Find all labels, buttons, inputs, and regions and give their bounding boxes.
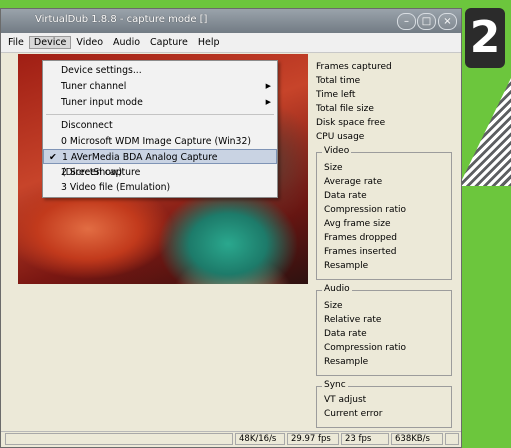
menu-item-label: Device settings... [61,65,142,76]
menu-item-tuner-channel[interactable]: Tuner channel ▶ [43,79,277,94]
stat-cpu-usage: CPU usage [316,132,365,142]
checkmark-icon: ✔ [49,152,57,163]
menu-item-disconnect[interactable]: Disconnect [43,118,277,133]
menu-item-device-settings[interactable]: Device settings... [43,63,277,78]
capture-stats-panel: Frames captured Total time Time left Tot… [313,54,459,436]
menu-item-device-2[interactable]: 2 Screen capture [43,165,277,180]
audio-stat-item: Relative rate [324,315,382,325]
window-title: VirtualDub 1.8.8 - capture mode [] [35,14,208,25]
audio-group-label: Audio [322,284,352,294]
step-number-badge: 2 [465,8,505,68]
menu-item-device-3[interactable]: 3 Video file (Emulation) [43,180,277,195]
stat-total-time: Total time [316,76,361,86]
decorative-stripes [459,78,511,186]
virtualdub-window: VirtualDub 1.8.8 - capture mode [] – □ ×… [0,8,462,448]
video-stat-item: Frames dropped [324,233,397,243]
video-stat-item: Resample [324,261,369,271]
menu-video[interactable]: Video [71,37,108,48]
audio-stat-item: Size [324,301,343,311]
video-stat-item: Avg frame size [324,219,391,229]
video-stat-item: Average rate [324,177,383,187]
video-group-label: Video [322,146,352,156]
menu-file[interactable]: File [3,37,29,48]
stat-time-left: Time left [316,90,356,100]
status-target-fps: 29.97 fps [287,433,339,445]
sync-stat-item: VT adjust [324,395,367,405]
audio-group: Audio Size Relative rate Data rate Compr… [316,284,452,376]
sync-stat-item: Current error [324,409,383,419]
audio-stat-item: Data rate [324,329,367,339]
device-menu-dropdown: Device settings... Tuner channel ▶ Tuner… [42,60,278,198]
resize-grip[interactable] [445,433,459,445]
stat-frames-captured: Frames captured [316,62,392,72]
close-button[interactable]: × [438,13,457,30]
audio-stat-item: Compression ratio [324,343,407,353]
menu-capture[interactable]: Capture [145,37,193,48]
menu-item-device-0[interactable]: 0 Microsoft WDM Image Capture (Win32) (V… [43,134,277,162]
video-stat-item: Compression ratio [324,205,407,215]
video-stat-item: Frames inserted [324,247,397,257]
menu-item-label: Tuner input mode [61,97,143,108]
submenu-arrow-icon: ▶ [265,98,271,106]
menu-help[interactable]: Help [193,37,225,48]
status-audio-format: 48K/16/s [235,433,285,445]
menu-device[interactable]: Device [28,36,72,49]
minimize-button[interactable]: – [397,13,416,30]
title-bar[interactable]: VirtualDub 1.8.8 - capture mode [] – □ × [1,9,461,33]
status-data-rate: 638KB/s [391,433,443,445]
menu-item-label: Tuner channel [61,81,127,92]
stat-disk-space-free: Disk space free [316,118,386,128]
status-bar: 48K/16/s 29.97 fps 23 fps 638KB/s [1,431,461,447]
audio-stat-item: Resample [324,357,369,367]
menu-item-tuner-input-mode[interactable]: Tuner input mode ▶ [43,95,277,110]
video-stat-item: Data rate [324,191,367,201]
submenu-arrow-icon: ▶ [265,82,271,90]
menu-item-device-1[interactable]: ✔ 1 AVerMedia BDA Analog Capture (Direct… [43,149,277,178]
status-actual-fps: 23 fps [341,433,389,445]
sync-group: Sync VT adjust Current error [316,380,452,428]
menu-item-label: 2 Screen capture [61,167,141,178]
video-group: Video Size Average rate Data rate Compre… [316,146,452,280]
menu-audio[interactable]: Audio [108,37,145,48]
video-stat-item: Size [324,163,343,173]
menu-bar: File Device Video Audio Capture Help [1,33,461,53]
maximize-button[interactable]: □ [417,13,436,30]
menu-separator [46,114,274,115]
sync-group-label: Sync [322,380,348,390]
menu-item-label: Disconnect [61,120,113,131]
status-cell-empty [5,433,233,445]
menu-item-label: 3 Video file (Emulation) [61,182,171,193]
stat-total-file-size: Total file size [316,104,374,114]
